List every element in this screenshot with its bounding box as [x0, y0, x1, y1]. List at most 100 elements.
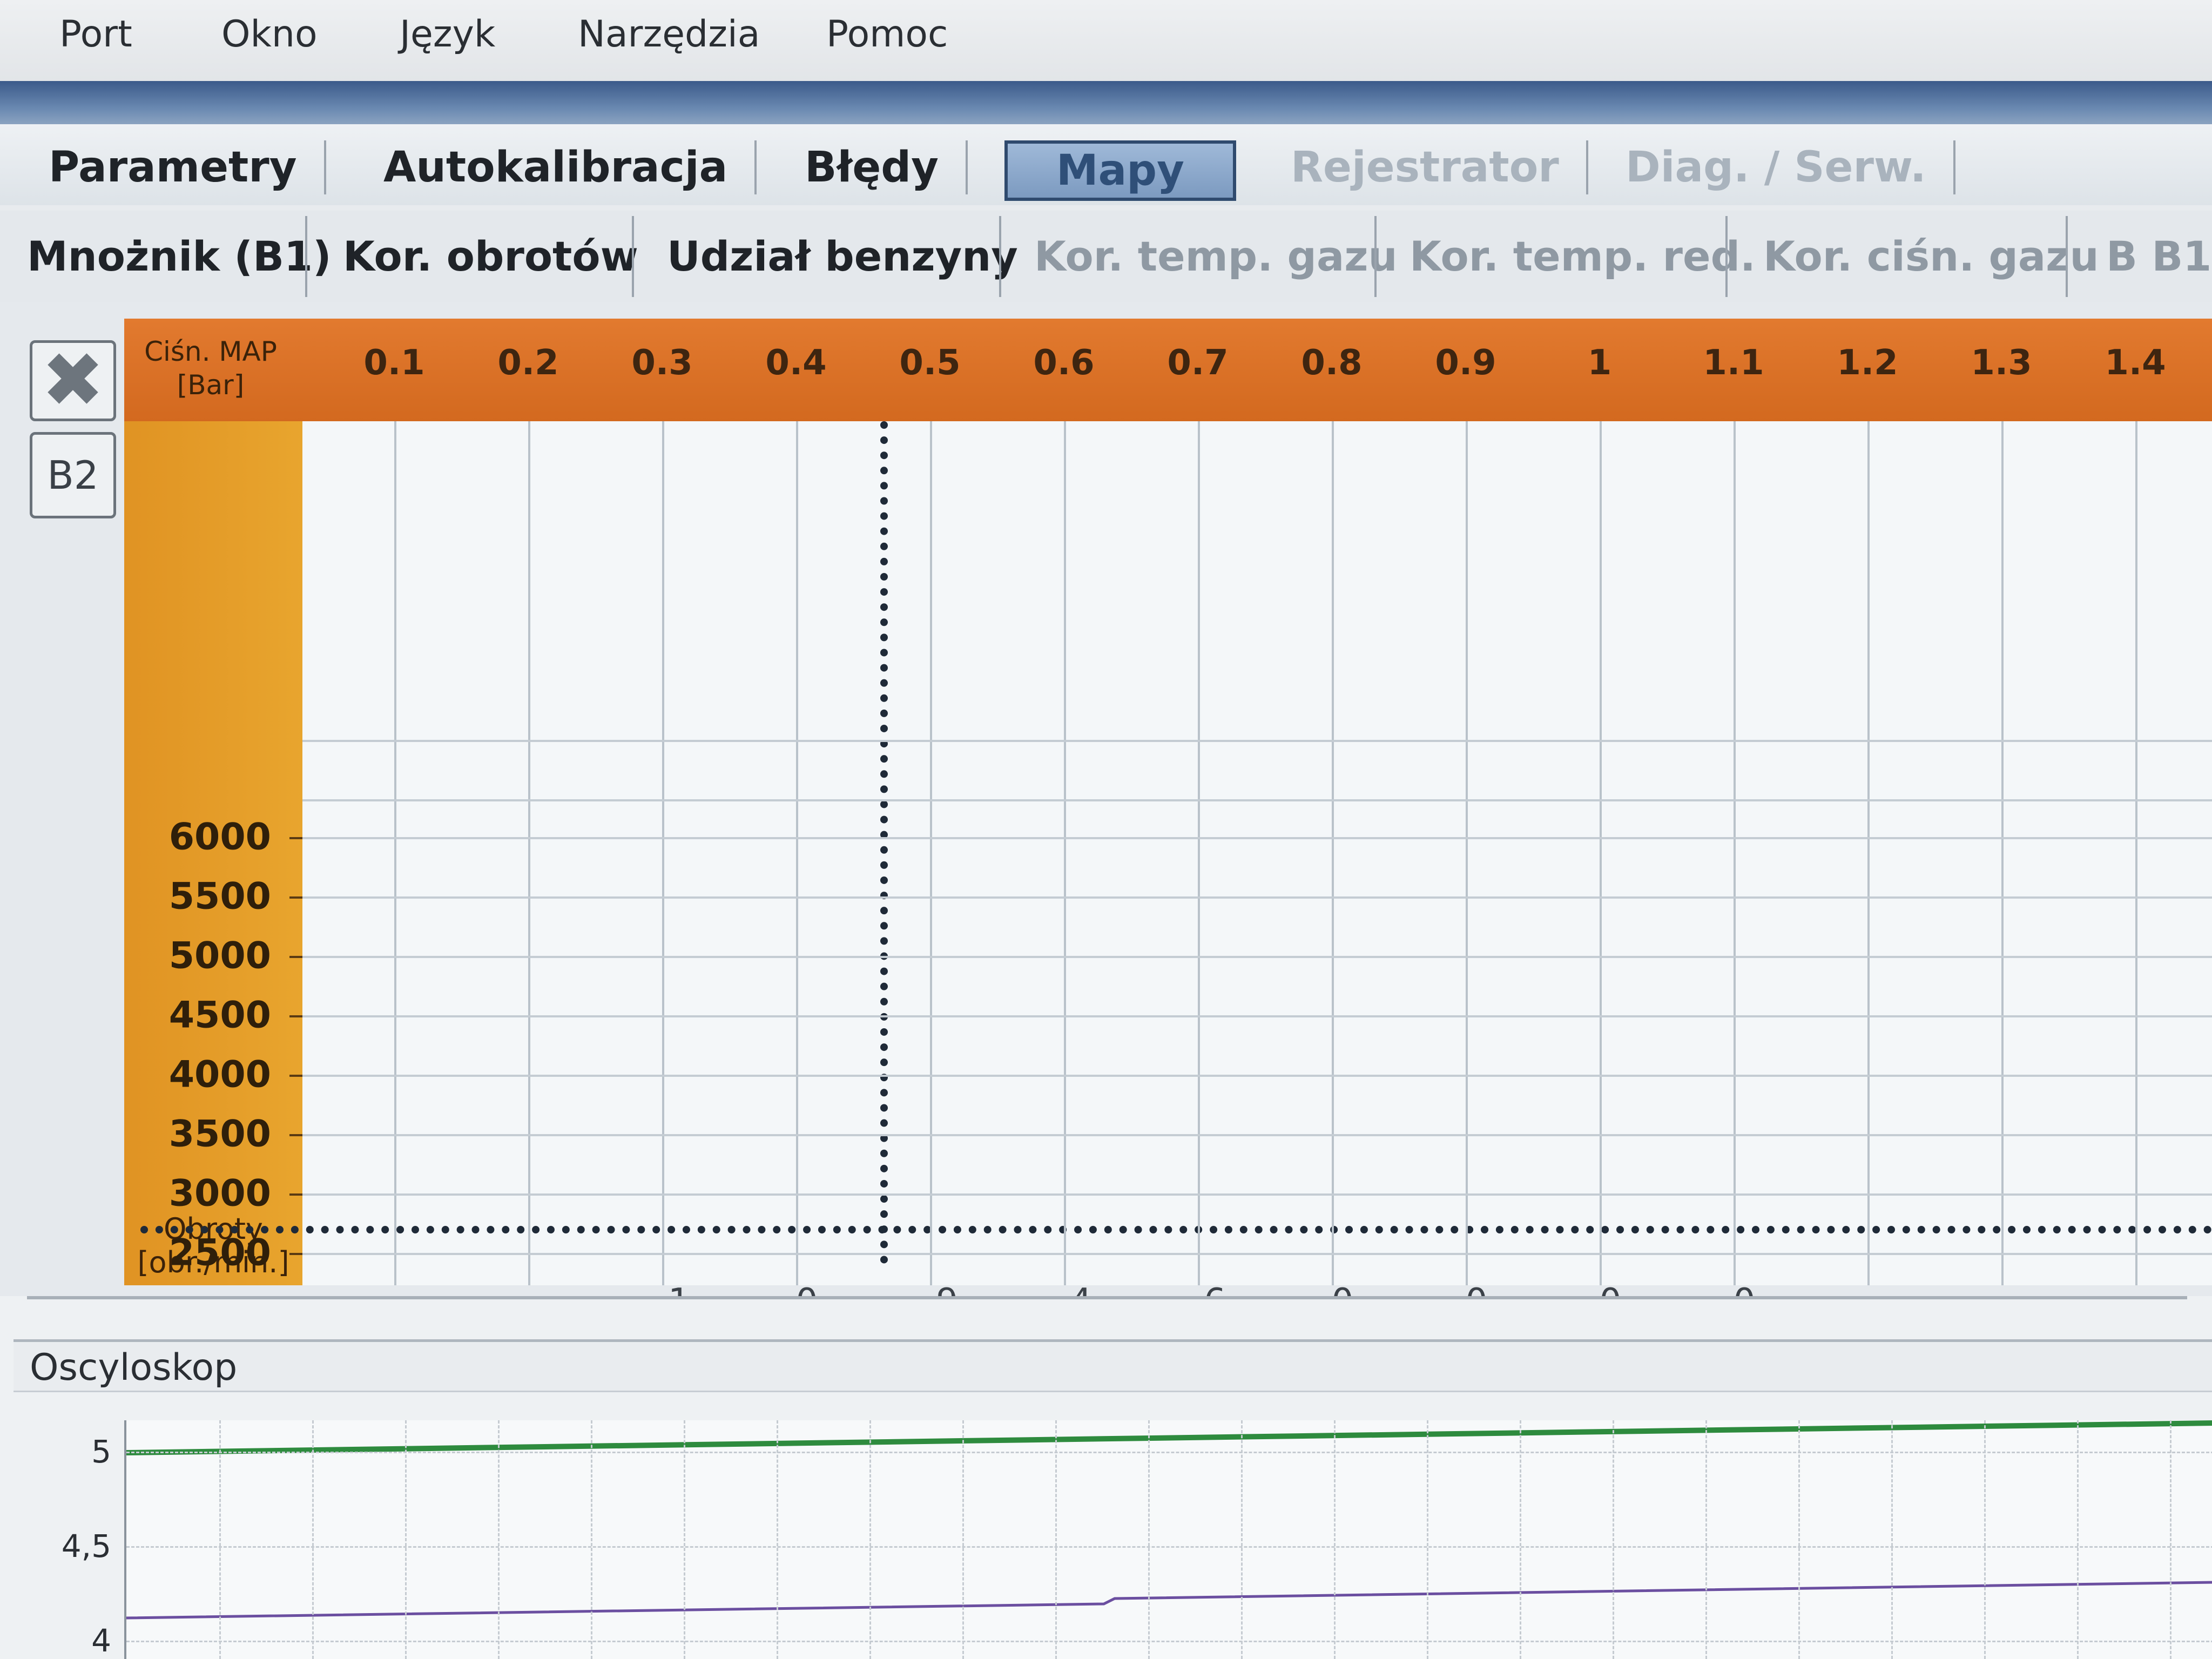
osc-grid-line-vertical — [1241, 1420, 1243, 1659]
y-axis-tick: 5000 — [168, 934, 271, 977]
subtab-udzial-benzyny[interactable]: Udział benzyny — [667, 232, 1018, 280]
osc-grid-line-vertical — [1427, 1420, 1428, 1659]
x-axis-tick: 0.3 — [631, 343, 693, 383]
subtab-kor-temp-gazu[interactable]: Kor. temp. gazu — [1034, 232, 1398, 280]
tab-rejestrator[interactable]: Rejestrator — [1264, 140, 1588, 194]
y-axis-tick: 3500 — [168, 1112, 271, 1156]
grid-line-vertical — [1600, 421, 1602, 1285]
oscilloscope-plot[interactable] — [124, 1420, 2212, 1659]
y-axis-tick-mark — [289, 1015, 302, 1017]
oscilloscope-traces — [126, 1420, 2212, 1620]
menu-port[interactable]: Port — [59, 13, 132, 56]
grid-line-vertical — [662, 421, 664, 1285]
y-axis-tick: 6000 — [168, 815, 271, 859]
y-axis-tick-mark — [289, 837, 302, 839]
trace-purple — [126, 1581, 2212, 1620]
osc-grid-line-vertical — [777, 1420, 778, 1659]
subtab-b-b1[interactable]: B B1 — [2106, 232, 2211, 280]
grid-line-horizontal — [302, 896, 2212, 899]
osc-grid-line-vertical — [405, 1420, 407, 1659]
subtab-separator — [1725, 216, 1728, 297]
osc-grid-line-vertical — [2077, 1420, 2079, 1659]
y-axis-tick: 3000 — [168, 1172, 271, 1215]
x-axis-tick: 0.1 — [363, 343, 425, 383]
osc-grid-line-vertical — [1891, 1420, 1893, 1659]
tab-label: Autokalibracja — [383, 143, 728, 192]
y-axis-tick: 2500 — [168, 1231, 271, 1274]
subtab-kor-temp-red[interactable]: Kor. temp. red. — [1410, 232, 1756, 280]
x-axis-tick: 0.8 — [1301, 343, 1363, 383]
y-axis-tick-mark — [289, 1075, 302, 1077]
panel-divider — [27, 1296, 2187, 1299]
x-axis-tick: 1.1 — [1703, 343, 1764, 383]
grid-line-vertical — [1734, 421, 1736, 1285]
y-axis-tick: 5500 — [168, 875, 271, 918]
x-axis-label: Ciśn. MAP [Bar] — [135, 335, 286, 402]
osc-grid-line-horizontal — [126, 1641, 2212, 1642]
osc-grid-line-vertical — [312, 1420, 314, 1659]
osc-grid-line-vertical — [1705, 1420, 1707, 1659]
x-axis-label-line1: Ciśn. MAP — [144, 336, 277, 367]
grid-line-horizontal — [302, 1075, 2212, 1077]
menu-pomoc[interactable]: Pomoc — [826, 13, 948, 56]
map-panel: ✖ B2 Ciśn. MAP [Bar] 0.1 0.2 0.3 0.4 0.5 0.6 0… — [0, 302, 2212, 1512]
tab-label: Diag. / Serw. — [1626, 143, 1926, 192]
grid-line-vertical — [1867, 421, 1870, 1285]
x-axis-tick: 1 — [1587, 343, 1612, 383]
grid-line-vertical — [2135, 421, 2137, 1285]
grid-line-vertical — [1332, 421, 1334, 1285]
grid-line-vertical — [2001, 421, 2004, 1285]
tab-label: Parametry — [49, 143, 297, 192]
y-axis-tick-mark — [289, 956, 302, 958]
osc-grid-line-vertical — [591, 1420, 592, 1659]
osc-grid-line-vertical — [1520, 1420, 1521, 1659]
x-axis-tick: 0.9 — [1435, 343, 1496, 383]
osc-grid-line-vertical — [1984, 1420, 1986, 1659]
x-axis-tick: 1.2 — [1837, 343, 1898, 383]
b2-button-label: B2 — [47, 453, 99, 498]
cursor-horizontal-line — [140, 1226, 2212, 1233]
subtab-separator — [632, 216, 634, 297]
tab-autokalibracja[interactable]: Autokalibracja — [356, 140, 757, 194]
y-axis-tick-mark — [289, 896, 302, 899]
menu-jezyk[interactable]: Język — [400, 13, 495, 56]
tab-label: Mapy — [1056, 146, 1184, 195]
tab-diag-serw[interactable]: Diag. / Serw. — [1599, 140, 1955, 194]
grid-line-horizontal — [302, 1015, 2212, 1017]
menu-bar: Port Okno Język Narzędzia Pomoc — [0, 0, 2212, 82]
grid-line-horizontal — [302, 956, 2212, 958]
x-axis-tick: 0.7 — [1167, 343, 1229, 383]
tab-mapy[interactable]: Mapy — [1004, 140, 1236, 201]
menu-narzedzia[interactable]: Narzędzia — [578, 13, 760, 56]
osc-grid-line-vertical — [1055, 1420, 1057, 1659]
osc-grid-line-vertical — [219, 1420, 221, 1659]
menu-okno[interactable]: Okno — [221, 13, 318, 56]
grid-line-horizontal — [302, 799, 2212, 801]
subtab-separator — [1374, 216, 1377, 297]
y-axis-tick-mark — [289, 1193, 302, 1196]
grid-line-vertical — [394, 421, 396, 1285]
tab-parametry[interactable]: Parametry — [22, 140, 326, 194]
y-axis-tick-mark — [289, 1253, 302, 1255]
map-subtabs: Mnożnik (B1) Kor. obrotów Udział benzyny… — [0, 211, 2212, 302]
grid-line-vertical — [528, 421, 530, 1285]
map-grid[interactable]: -10-9-4-600000-1000-4-60-50-3000000 — [140, 421, 2212, 1500]
close-map-button[interactable]: ✖ — [30, 340, 116, 421]
osc-grid-line-vertical — [2170, 1420, 2171, 1659]
grid-line-horizontal — [302, 740, 2212, 742]
tab-bledy[interactable]: Błędy — [778, 140, 968, 194]
b2-button[interactable]: B2 — [30, 432, 116, 518]
tab-label: Rejestrator — [1291, 143, 1559, 192]
map-y-axis: Obroty [obr./min.] 6000 5500 5000 4500 4000 3… — [124, 421, 302, 1512]
subtab-mnoznik-b1[interactable]: Mnożnik (B1) — [27, 232, 332, 280]
grid-line-horizontal — [302, 1134, 2212, 1136]
oscilloscope-header: Oscyloskop — [14, 1339, 2212, 1392]
subtab-kor-obrotow[interactable]: Kor. obrotów — [343, 232, 638, 280]
osc-grid-line-vertical — [869, 1420, 871, 1659]
osc-y-tick: 4 — [91, 1622, 111, 1659]
osc-grid-line-horizontal — [126, 1452, 2212, 1453]
y-axis-tick: 4500 — [168, 994, 271, 1037]
osc-y-tick: 4,5 — [61, 1528, 111, 1564]
y-axis-tick: 4000 — [168, 1053, 271, 1096]
subtab-kor-cisn-gazu[interactable]: Kor. ciśn. gazu — [1763, 232, 2099, 280]
